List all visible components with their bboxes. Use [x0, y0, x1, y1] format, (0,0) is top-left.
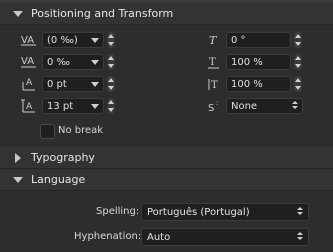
tracking-stepper[interactable] — [107, 32, 115, 48]
kerning-row: VA 0 ‰ — [18, 53, 115, 71]
hyphenation-select[interactable]: Auto — [141, 228, 309, 246]
kerning-icon: VA — [18, 53, 40, 71]
kerning-stepper[interactable] — [107, 54, 115, 70]
baseline-row: A 0 pt — [18, 75, 115, 93]
baseline-shift-icon: A — [18, 75, 40, 93]
svg-text:A: A — [26, 78, 33, 88]
chevron-right-icon — [8, 152, 28, 163]
chevron-down-icon — [8, 176, 28, 183]
shear-stepper[interactable] — [294, 32, 302, 48]
baseline-shift-value: 0 pt — [47, 78, 67, 90]
shear-row: T 0 ° — [203, 31, 302, 49]
svg-text:VA: VA — [21, 56, 34, 67]
section-header-typography[interactable]: Typography — [0, 147, 333, 169]
leading-row: A 13 pt — [18, 97, 115, 115]
select-arrows-icon — [297, 207, 303, 215]
svg-text:S: S — [208, 103, 214, 113]
section-header-positioning[interactable]: Positioning and Transform — [0, 3, 333, 25]
hyphenation-value: Auto — [147, 231, 171, 243]
vertical-scale-icon: T — [203, 75, 225, 93]
section-title: Positioning and Transform — [31, 7, 174, 20]
leading-icon: A — [18, 97, 40, 115]
superscript-icon: S: — [203, 97, 225, 115]
no-break-checkbox[interactable] — [40, 124, 55, 139]
dropdown-arrow-icon[interactable] — [91, 104, 99, 109]
tracking-value: (0 ‰) — [47, 34, 78, 46]
kerning-field[interactable]: 0 ‰ — [42, 54, 104, 70]
spelling-select[interactable]: Português (Portugal) — [141, 203, 309, 221]
vertical-scale-value: 100 % — [231, 78, 263, 90]
section-header-language[interactable]: Language — [0, 169, 333, 191]
dropdown-arrow-icon[interactable] — [91, 82, 99, 87]
spelling-value: Português (Portugal) — [147, 206, 250, 218]
tracking-field[interactable]: (0 ‰) — [42, 32, 104, 48]
dropdown-arrow-icon[interactable] — [91, 38, 99, 43]
shear-icon: T — [203, 31, 225, 49]
baseline-shift-field[interactable]: 0 pt — [42, 76, 104, 92]
baseline-shift-stepper[interactable] — [107, 76, 115, 92]
leading-field[interactable]: 13 pt — [42, 98, 104, 114]
vertical-scale-row: T 100 % — [203, 75, 302, 93]
hyphenation-label: Hyphenation: — [74, 231, 142, 242]
chevron-down-icon — [8, 10, 28, 17]
superscript-select[interactable]: None — [226, 98, 303, 114]
select-arrows-icon — [297, 232, 303, 240]
section-title: Typography — [31, 151, 95, 164]
horizontal-scale-stepper[interactable] — [294, 54, 302, 70]
shear-value: 0 ° — [231, 34, 246, 46]
no-break-label: No break — [58, 125, 104, 136]
kerning-value: 0 ‰ — [47, 56, 70, 68]
tracking-icon: VA — [18, 31, 40, 49]
vertical-scale-field[interactable]: 100 % — [226, 76, 291, 92]
svg-text:A: A — [26, 102, 33, 112]
svg-text:VA: VA — [21, 35, 34, 46]
svg-text:T: T — [209, 57, 216, 68]
shear-field[interactable]: 0 ° — [226, 32, 291, 48]
horizontal-scale-icon: T — [203, 53, 225, 71]
vertical-scale-stepper[interactable] — [294, 76, 302, 92]
svg-text:T: T — [209, 34, 218, 47]
leading-value: 13 pt — [47, 100, 74, 112]
dropdown-arrow-icon[interactable] — [91, 60, 99, 65]
svg-text::: : — [216, 100, 218, 107]
section-title: Language — [31, 173, 86, 186]
select-arrows-icon — [292, 101, 298, 109]
superscript-value: None — [231, 100, 258, 112]
horizontal-scale-value: 100 % — [231, 56, 263, 68]
horizontal-scale-row: T 100 % — [203, 53, 302, 71]
svg-text:T: T — [211, 80, 218, 91]
horizontal-scale-field[interactable]: 100 % — [226, 54, 291, 70]
leading-stepper[interactable] — [107, 98, 115, 114]
spelling-label: Spelling: — [96, 206, 140, 217]
superscript-row: S: None — [203, 97, 303, 115]
tracking-row: VA (0 ‰) — [18, 31, 115, 49]
